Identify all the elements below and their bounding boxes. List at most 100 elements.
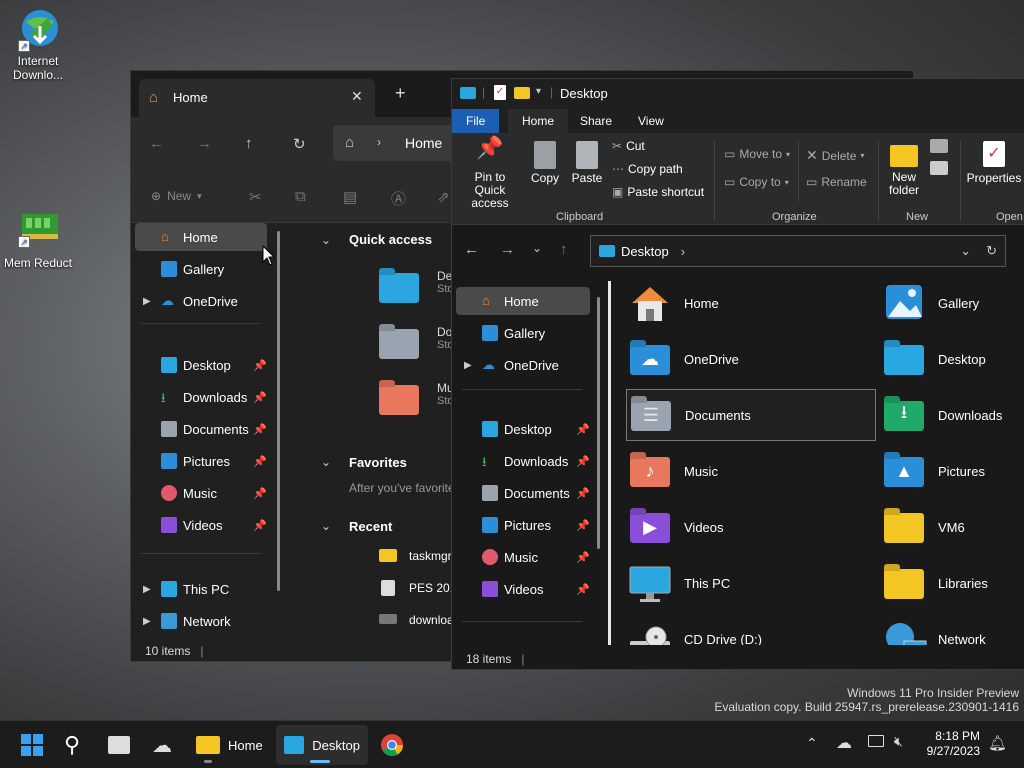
onedrive-tray-icon[interactable]: ☁: [836, 733, 852, 753]
nav-item-pictures[interactable]: Pictures 📌: [135, 447, 267, 475]
new-folder-quick-icon[interactable]: [514, 87, 530, 99]
notification-bell-icon[interactable]: 🔔︎: [988, 734, 1007, 752]
rename-icon[interactable]: Ⓐ: [391, 188, 406, 209]
nav-item-documents[interactable]: Documents 📌: [135, 415, 267, 443]
nav-item-onedrive[interactable]: ▶ ☁ OneDrive: [135, 287, 267, 315]
item-this-pc[interactable]: This PC: [626, 557, 876, 609]
nav-item-this-pc[interactable]: ▶ This PC: [135, 575, 267, 603]
nav-item-videos[interactable]: Videos 📌: [456, 575, 590, 603]
scrollbar[interactable]: [597, 297, 600, 549]
chevron-right-icon[interactable]: ▶: [143, 616, 151, 627]
item-libraries[interactable]: Libraries: [880, 557, 1024, 609]
customize-quick-access-icon[interactable]: ▾: [536, 86, 541, 97]
network-tray-icon[interactable]: [868, 735, 884, 747]
cut-icon[interactable]: ✂: [249, 188, 262, 206]
item-downloads[interactable]: ⭳ Downloads: [880, 389, 1024, 441]
nav-item-pictures[interactable]: Pictures 📌: [456, 511, 590, 539]
nav-item-network[interactable]: ▶ Network: [135, 607, 267, 635]
move-to-button[interactable]: ▭ Move to ▾: [724, 147, 790, 161]
address-crumb[interactable]: Home: [405, 135, 442, 151]
ribbon-tab-file[interactable]: File: [452, 109, 500, 133]
close-tab-button[interactable]: ✕: [351, 88, 363, 105]
paste-shortcut-button[interactable]: ▣ Paste shortcut: [612, 185, 704, 199]
copy-button[interactable]: Copy: [528, 141, 562, 185]
new-tab-button[interactable]: +: [395, 83, 406, 104]
rename-button[interactable]: ▭ Rename: [806, 175, 867, 189]
forward-arrow-icon[interactable]: →: [500, 241, 515, 258]
pin-icon[interactable]: 📌: [253, 519, 267, 532]
item-vm6[interactable]: VM6: [880, 501, 1024, 553]
chevron-down-icon[interactable]: ⌄: [321, 519, 331, 533]
back-arrow-icon[interactable]: ←: [149, 135, 164, 152]
address-bar[interactable]: Desktop › ⌄ ↻: [590, 235, 1006, 267]
chevron-down-icon[interactable]: ⌄: [321, 455, 331, 469]
volume-muted-icon[interactable]: 🔇︎: [894, 733, 903, 750]
ribbon-tab-share[interactable]: Share: [566, 109, 626, 133]
refresh-icon[interactable]: ↻: [986, 243, 997, 259]
new-folder-button[interactable]: New folder: [884, 141, 924, 197]
tab-home[interactable]: ⌂ Home ✕: [139, 79, 375, 117]
widgets-button[interactable]: ☁: [144, 725, 184, 765]
back-arrow-icon[interactable]: ←: [464, 241, 479, 258]
properties-quick-icon[interactable]: ✓: [494, 85, 506, 100]
pin-to-quick-access-button[interactable]: 📌 Pin to Quick access: [458, 137, 522, 210]
scrollbar[interactable]: [277, 231, 280, 591]
nav-item-music[interactable]: Music 📌: [456, 543, 590, 571]
taskbar-app-home[interactable]: Home: [188, 725, 272, 765]
item-gallery[interactable]: Gallery: [880, 277, 1024, 329]
share-icon[interactable]: ⇗: [437, 188, 450, 206]
nav-item-home[interactable]: ⌂ Home: [135, 223, 267, 251]
file-explorer-window-desktop[interactable]: | ✓ ▾ | Desktop File Home Share View 📌 P…: [451, 78, 1024, 670]
pin-icon[interactable]: 📌: [576, 519, 590, 532]
paste-button[interactable]: Paste: [568, 141, 606, 185]
pin-icon[interactable]: 📌: [576, 455, 590, 468]
recent-locations-chevron-icon[interactable]: ⌄: [532, 241, 542, 255]
new-item-icon[interactable]: [930, 139, 948, 153]
nav-item-desktop[interactable]: Desktop 📌: [135, 351, 267, 379]
item-onedrive[interactable]: ☁ OneDrive: [626, 333, 876, 385]
copy-to-button[interactable]: ▭ Copy to ▾: [724, 175, 789, 189]
item-pictures[interactable]: ▲ Pictures: [880, 445, 1024, 497]
delete-button[interactable]: ✕ Delete ▾: [806, 147, 864, 164]
chevron-right-icon[interactable]: ▶: [143, 584, 151, 595]
paste-icon[interactable]: ▤: [343, 188, 357, 206]
chevron-right-icon[interactable]: ▶: [143, 296, 151, 307]
clock[interactable]: 8:18 PM 9/27/2023: [920, 729, 980, 759]
section-favorites[interactable]: Favorites: [349, 455, 407, 470]
nav-item-music[interactable]: Music 📌: [135, 479, 267, 507]
up-arrow-icon[interactable]: ↑: [560, 241, 568, 258]
search-button[interactable]: ⚲: [56, 725, 96, 765]
nav-item-videos[interactable]: Videos 📌: [135, 511, 267, 539]
item-documents[interactable]: ☰ Documents: [626, 389, 876, 441]
nav-item-gallery[interactable]: Gallery: [456, 319, 590, 347]
pin-icon[interactable]: 📌: [576, 487, 590, 500]
pin-icon[interactable]: 📌: [253, 391, 267, 404]
item-music[interactable]: ♪ Music: [626, 445, 876, 497]
pane-divider[interactable]: [608, 281, 611, 647]
taskbar-app-chrome[interactable]: [372, 725, 412, 765]
item-desktop[interactable]: Desktop: [880, 333, 1024, 385]
pin-icon[interactable]: 📌: [576, 583, 590, 596]
easy-access-icon[interactable]: [930, 161, 948, 175]
pin-icon[interactable]: 📌: [253, 359, 267, 372]
nav-item-gallery[interactable]: Gallery: [135, 255, 267, 283]
nav-item-downloads[interactable]: ⭳ Downloads 📌: [456, 447, 590, 475]
chevron-down-icon[interactable]: ⌄: [321, 233, 331, 247]
start-button[interactable]: [12, 725, 52, 765]
nav-item-desktop[interactable]: Desktop 📌: [456, 415, 590, 443]
properties-button[interactable]: ✓ Properties: [964, 141, 1024, 185]
item-home[interactable]: Home: [626, 277, 876, 329]
desktop-icon-internet-download-manager[interactable]: ↗ Internet Downlo...: [2, 8, 74, 82]
pin-icon[interactable]: 📌: [576, 423, 590, 436]
forward-arrow-icon[interactable]: →: [197, 135, 212, 152]
section-recent[interactable]: Recent: [349, 519, 392, 534]
pin-icon[interactable]: 📌: [253, 487, 267, 500]
chevron-right-icon[interactable]: ▶: [464, 360, 472, 371]
show-hidden-icons-chevron-icon[interactable]: ⌃: [806, 735, 818, 752]
ribbon-tab-view[interactable]: View: [624, 109, 678, 133]
copy-icon[interactable]: ⧉: [295, 188, 306, 205]
up-arrow-icon[interactable]: ↑: [245, 135, 253, 152]
nav-item-onedrive[interactable]: ▶ ☁ OneDrive: [456, 351, 590, 379]
nav-item-home[interactable]: ⌂ Home: [456, 287, 590, 315]
pin-icon[interactable]: 📌: [253, 455, 267, 468]
